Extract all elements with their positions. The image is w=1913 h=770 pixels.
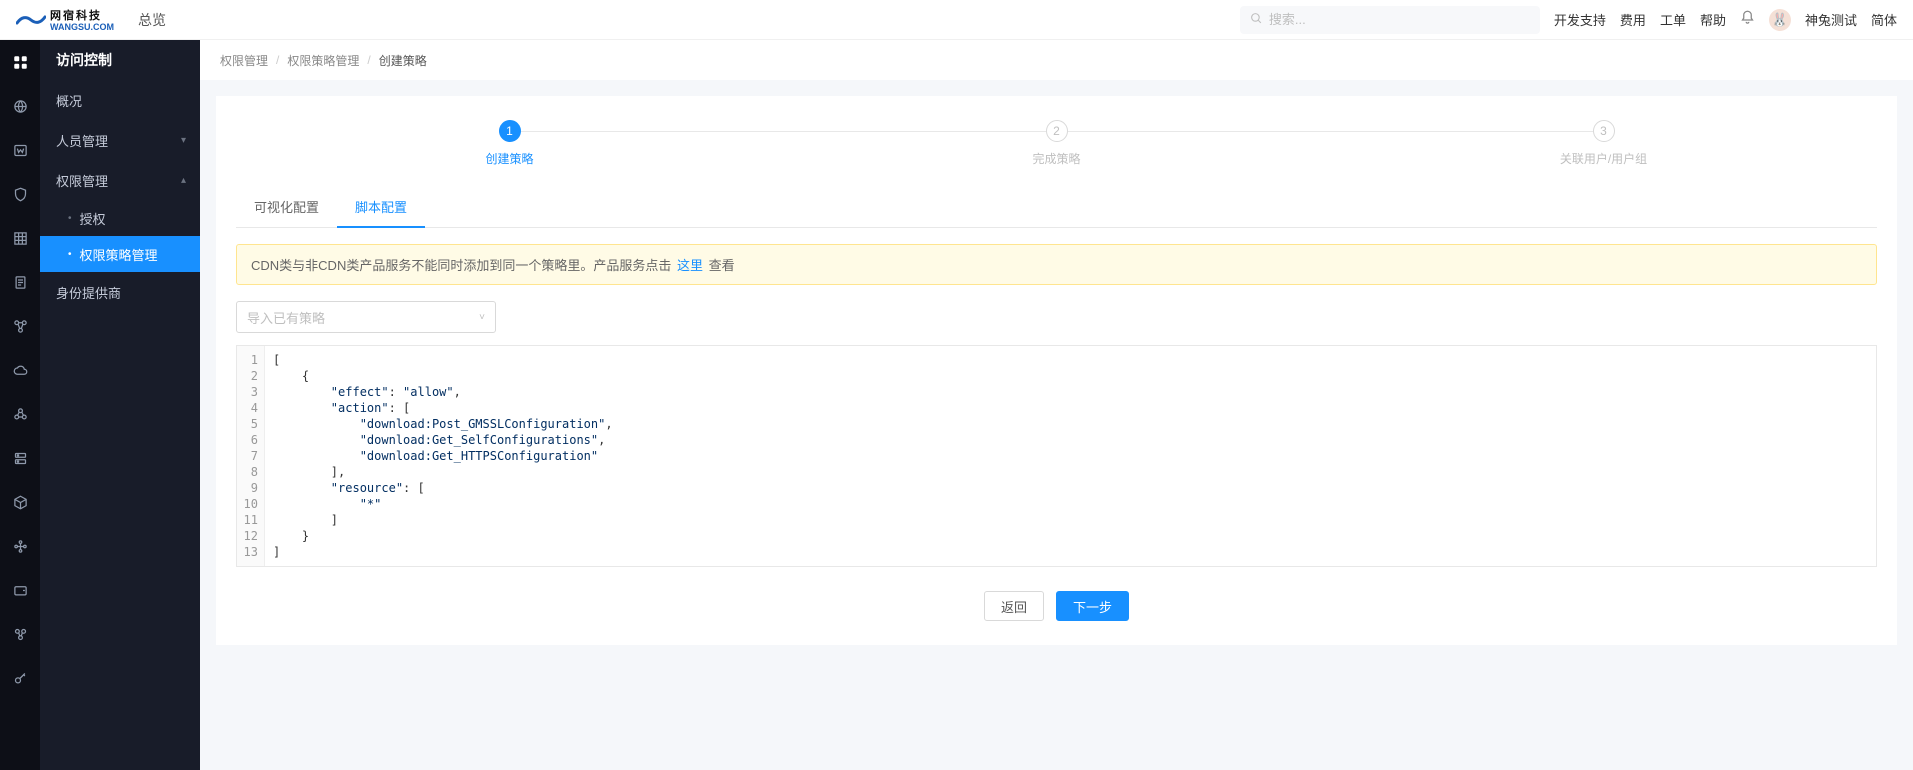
username[interactable]: 神兔测试	[1805, 10, 1857, 29]
step-1-num: 1	[499, 120, 521, 142]
content-card: 1 创建策略 2 完成策略 3 关联用户/用户组 可视化配置 脚本配置	[216, 96, 1897, 645]
button-row: 返回 下一步	[236, 591, 1877, 621]
rail-nodes-icon[interactable]	[0, 532, 40, 560]
logo-en-text: WANGSU.COM	[50, 23, 114, 32]
rail-globe-icon[interactable]	[0, 92, 40, 120]
menu-overview[interactable]: 概况	[40, 80, 200, 120]
menu-perm-mgmt[interactable]: 权限管理	[40, 160, 200, 200]
alert-text-post: 查看	[705, 258, 735, 273]
editor-gutter: 12345678910111213	[237, 346, 265, 566]
link-help[interactable]: 帮助	[1700, 10, 1726, 29]
info-alert: CDN类与非CDN类产品服务不能同时添加到同一个策略里。产品服务点击 这里 查看	[236, 244, 1877, 285]
rail-cluster-icon[interactable]	[0, 400, 40, 428]
step-2-label: 完成策略	[1032, 150, 1080, 167]
step-2-num: 2	[1046, 120, 1068, 142]
step-3-label: 关联用户/用户组	[1560, 150, 1647, 167]
rail-apps-icon[interactable]	[0, 48, 40, 76]
top-header: 网宿科技 WANGSU.COM 总览 开发支持 费用 工单 帮助 🐰 神兔测试 …	[0, 0, 1913, 40]
rail-key-icon[interactable]	[0, 664, 40, 692]
select-placeholder: 导入已有策略	[247, 308, 325, 327]
search-input[interactable]	[1269, 12, 1530, 27]
back-button[interactable]: 返回	[984, 591, 1044, 621]
config-tabs: 可视化配置 脚本配置	[236, 187, 1877, 228]
next-button[interactable]: 下一步	[1056, 591, 1129, 621]
rail-w-icon[interactable]	[0, 136, 40, 164]
perm-submenu: 授权 权限策略管理	[40, 200, 200, 272]
bc-sep: /	[276, 53, 279, 67]
logo[interactable]: 网宿科技 WANGSU.COM	[16, 7, 114, 32]
alert-link[interactable]: 这里	[677, 258, 703, 273]
link-fee[interactable]: 费用	[1620, 10, 1646, 29]
rail-doc-icon[interactable]	[0, 268, 40, 296]
step-3-num: 3	[1593, 120, 1615, 142]
rail-grid-icon[interactable]	[0, 224, 40, 252]
rail-api-icon[interactable]	[0, 620, 40, 648]
rail-cube-icon[interactable]	[0, 488, 40, 516]
main-area: 权限管理 / 权限策略管理 / 创建策略 1 创建策略 2 完成策略	[200, 40, 1913, 770]
side-title: 访问控制	[40, 40, 200, 80]
bc-perm-mgmt[interactable]: 权限管理	[220, 52, 268, 69]
code-editor[interactable]: 12345678910111213 [ { "effect": "allow",…	[236, 345, 1877, 567]
rail-wallet-icon[interactable]	[0, 576, 40, 604]
link-ticket[interactable]: 工单	[1660, 10, 1686, 29]
breadcrumb: 权限管理 / 权限策略管理 / 创建策略	[200, 40, 1913, 80]
side-menu: 访问控制 概况 人员管理 权限管理 授权 权限策略管理 身份提供商	[40, 40, 200, 770]
alert-text-pre: CDN类与非CDN类产品服务不能同时添加到同一个策略里。产品服务点击	[251, 258, 675, 273]
bc-sep: /	[367, 53, 370, 67]
editor-code[interactable]: [ { "effect": "allow", "action": [ "down…	[265, 346, 1876, 566]
bc-create-policy: 创建策略	[379, 52, 427, 69]
step-3: 3 关联用户/用户组	[1330, 120, 1877, 167]
import-policy-select[interactable]: 导入已有策略 ˅	[236, 301, 496, 333]
bell-icon[interactable]	[1740, 10, 1755, 29]
rail-net-icon[interactable]	[0, 312, 40, 340]
link-dev-support[interactable]: 开发支持	[1554, 10, 1606, 29]
submenu-policy-mgmt[interactable]: 权限策略管理	[40, 236, 200, 272]
avatar[interactable]: 🐰	[1769, 9, 1791, 31]
menu-people-mgmt[interactable]: 人员管理	[40, 120, 200, 160]
logo-cn-text: 网宿科技	[50, 10, 102, 22]
search-box[interactable]	[1240, 6, 1540, 34]
chevron-down-icon: ˅	[479, 312, 485, 323]
step-1-label: 创建策略	[485, 150, 533, 167]
icon-rail	[0, 40, 40, 770]
logo-icon	[16, 12, 46, 28]
step-2: 2 完成策略	[783, 120, 1330, 167]
rail-cloud-icon[interactable]	[0, 356, 40, 384]
steps: 1 创建策略 2 完成策略 3 关联用户/用户组	[236, 120, 1877, 167]
lang-switch[interactable]: 简体	[1871, 10, 1897, 29]
tab-script-config[interactable]: 脚本配置	[337, 187, 425, 228]
tab-visual-config[interactable]: 可视化配置	[236, 187, 337, 228]
bc-policy-mgmt[interactable]: 权限策略管理	[287, 52, 359, 69]
submenu-auth[interactable]: 授权	[40, 200, 200, 236]
search-icon	[1250, 12, 1263, 28]
rail-server-icon[interactable]	[0, 444, 40, 472]
nav-overview[interactable]: 总览	[138, 10, 166, 30]
step-1: 1 创建策略	[236, 120, 783, 167]
rail-shield-icon[interactable]	[0, 180, 40, 208]
menu-idp[interactable]: 身份提供商	[40, 272, 200, 312]
